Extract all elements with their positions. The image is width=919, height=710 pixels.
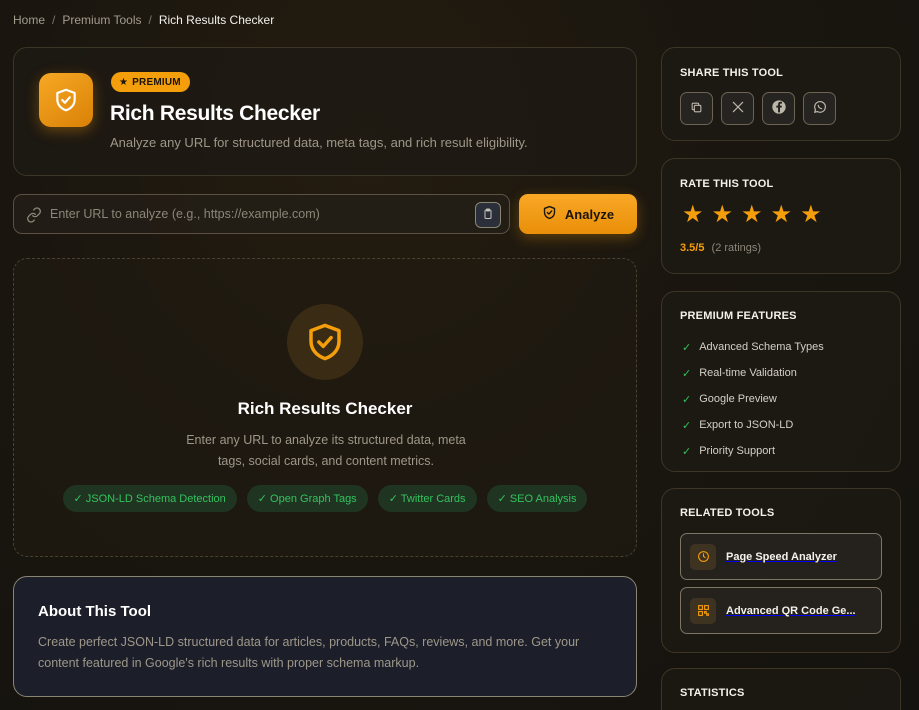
- premium-features-list: ✓ Advanced Schema Types ✓ Real-time Valida…: [682, 334, 824, 464]
- related-tools-title: RELATED TOOLS: [680, 507, 775, 519]
- check-icon: ✓: [682, 367, 692, 380]
- url-input[interactable]: [50, 195, 470, 233]
- share-buttons: [680, 92, 836, 125]
- star-4-icon[interactable]: ★: [771, 203, 793, 227]
- analyze-button[interactable]: Analyze: [519, 194, 637, 234]
- share-facebook-button[interactable]: [762, 92, 795, 125]
- related-tool-qr-code[interactable]: Advanced QR Code Ge...: [680, 587, 882, 634]
- star-1-icon[interactable]: ★: [682, 203, 704, 227]
- share-x-button[interactable]: [721, 92, 754, 125]
- copy-icon: [690, 101, 703, 117]
- rating-score: 3.5/5: [680, 242, 705, 254]
- whatsapp-icon: [812, 99, 828, 118]
- feature-label: Real-time Validation: [699, 367, 797, 379]
- analyze-button-label: Analyze: [564, 206, 615, 222]
- list-item: ✓ Real-time Validation: [682, 360, 824, 386]
- breadcrumb: Home / Premium Tools / Rich Results Chec…: [13, 13, 274, 27]
- x-icon: [731, 100, 745, 117]
- rating-stars: ★ ★ ★ ★ ★: [682, 203, 822, 227]
- feature-chip: ✓ JSON-LD Schema Detection: [62, 485, 237, 512]
- clipboard-icon: [482, 208, 494, 223]
- premium-features-title: PREMIUM FEATURES: [680, 310, 797, 322]
- check-icon: ✓: [682, 393, 692, 406]
- breadcrumb-current: Rich Results Checker: [158, 13, 275, 27]
- feature-chip: ✓ SEO Analysis: [486, 485, 588, 512]
- rate-card: RATE THIS TOOL ★ ★ ★ ★ ★ 3.5/5 (2 rating…: [661, 158, 901, 274]
- feature-label: Google Preview: [699, 393, 777, 405]
- page-subtitle: Analyze any URL for structured data, met…: [110, 135, 528, 150]
- share-title: SHARE THIS TOOL: [680, 67, 784, 79]
- about-description: Create perfect JSON-LD structured data f…: [38, 635, 580, 670]
- feature-chip: ✓ Twitter Cards: [377, 485, 477, 512]
- list-item: ✓ Advanced Schema Types: [682, 334, 824, 360]
- statistics-card: STATISTICS: [661, 668, 901, 710]
- related-tools-card: RELATED TOOLS Page Speed Analyzer Advanc…: [661, 488, 901, 653]
- about-card: About This Tool Create perfect JSON-LD s…: [13, 576, 637, 697]
- feature-label: Export to JSON-LD: [699, 419, 794, 431]
- rating-summary: 3.5/5 (2 ratings): [680, 242, 761, 254]
- list-item: ✓ Google Preview: [682, 386, 824, 412]
- empty-state-description: Enter any URL to analyze its structured …: [186, 433, 466, 468]
- paste-button[interactable]: [475, 202, 501, 228]
- copy-link-button[interactable]: [680, 92, 713, 125]
- premium-features-card: PREMIUM FEATURES ✓ Advanced Schema Types …: [661, 291, 901, 472]
- empty-state-title: Rich Results Checker: [237, 399, 413, 418]
- related-tool-label: Page Speed Analyzer: [726, 550, 837, 563]
- shield-check-icon: [287, 304, 363, 380]
- feature-chip: ✓ Open Graph Tags: [246, 485, 368, 512]
- url-input-box: [13, 194, 510, 234]
- feature-label: Priority Support: [699, 445, 776, 457]
- qr-code-icon: [690, 597, 716, 624]
- check-icon: ✓: [682, 341, 692, 354]
- link-icon: [26, 207, 42, 223]
- check-icon: ✓: [682, 445, 692, 458]
- statistics-title: STATISTICS: [680, 687, 745, 699]
- about-title: About This Tool: [38, 603, 152, 620]
- star-icon: ★: [119, 76, 129, 88]
- premium-badge: ★ PREMIUM: [111, 72, 190, 92]
- star-2-icon[interactable]: ★: [712, 203, 734, 227]
- share-card: SHARE THIS TOOL: [661, 47, 901, 141]
- related-tool-page-speed[interactable]: Page Speed Analyzer: [680, 533, 882, 580]
- list-item: ✓ Priority Support: [682, 438, 824, 464]
- tool-header-card: ★ PREMIUM Rich Results Checker Analyze a…: [13, 47, 637, 176]
- facebook-icon: [771, 99, 787, 118]
- breadcrumb-separator: /: [148, 13, 152, 27]
- premium-badge-label: PREMIUM: [132, 76, 181, 88]
- rating-count: (2 ratings): [711, 242, 762, 254]
- breadcrumb-separator: /: [52, 13, 56, 27]
- star-5-icon[interactable]: ★: [800, 203, 822, 227]
- shield-check-icon: [542, 205, 557, 223]
- feature-label: Advanced Schema Types: [699, 341, 824, 353]
- star-3-icon[interactable]: ★: [741, 203, 763, 227]
- feature-chips: ✓ JSON-LD Schema Detection ✓ Open Graph …: [14, 485, 636, 512]
- list-item: ✓ Export to JSON-LD: [682, 412, 824, 438]
- rate-title: RATE THIS TOOL: [680, 178, 774, 190]
- check-icon: ✓: [682, 419, 692, 432]
- page-title: Rich Results Checker: [110, 102, 320, 125]
- breadcrumb-home[interactable]: Home: [13, 13, 45, 27]
- related-tool-label: Advanced QR Code Ge...: [726, 604, 856, 617]
- share-whatsapp-button[interactable]: [803, 92, 836, 125]
- clock-icon: [690, 543, 716, 570]
- empty-state-card: Rich Results Checker Enter any URL to an…: [13, 258, 637, 557]
- shield-check-icon: [39, 73, 93, 127]
- breadcrumb-premium-tools[interactable]: Premium Tools: [62, 13, 141, 27]
